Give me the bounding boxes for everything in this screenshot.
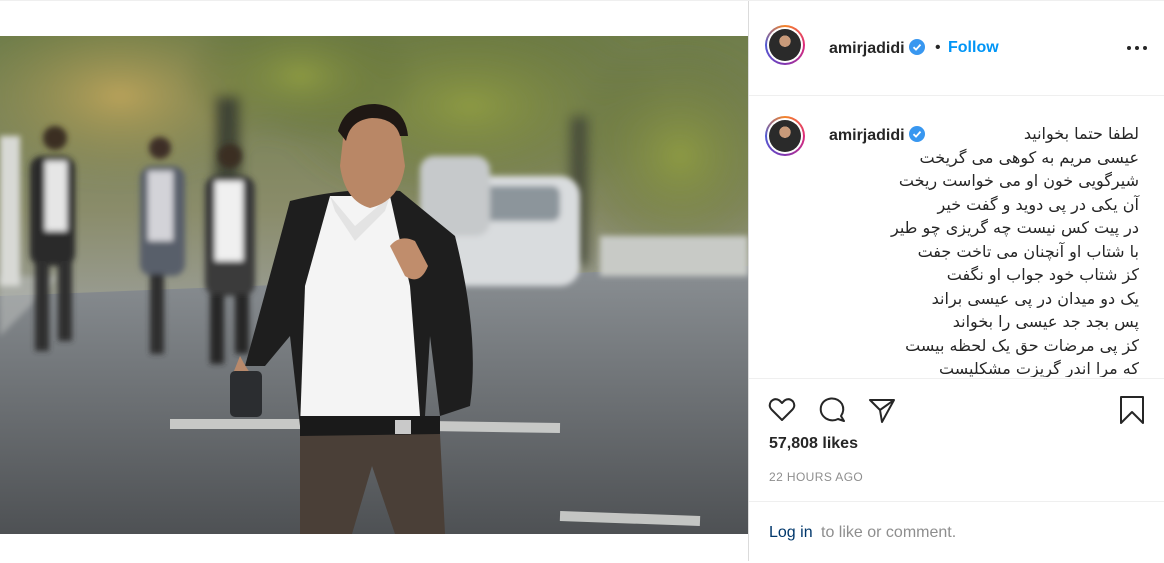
- login-prompt: Log in to like or comment.: [749, 501, 1164, 563]
- heart-icon[interactable]: [767, 395, 797, 425]
- avatar[interactable]: [765, 25, 805, 65]
- caption-area: لطفا حتما بخوانید عیسی مریم به کوهی می گ…: [749, 96, 1164, 377]
- post-timestamp[interactable]: 22 HOURS AGO: [769, 470, 863, 484]
- verified-badge-icon: [908, 39, 925, 55]
- verified-badge-icon: [908, 126, 925, 142]
- header-username-text[interactable]: amirjadidi: [829, 40, 905, 57]
- caption-username-text[interactable]: amirjadidi: [829, 127, 905, 144]
- login-prompt-text: to like or comment.: [821, 524, 957, 541]
- more-options-icon[interactable]: [1125, 38, 1149, 58]
- photo-pane: [0, 1, 748, 561]
- comment-icon[interactable]: [817, 395, 847, 425]
- caption-body: لطفا حتما بخوانید عیسی مریم به کوهی می گ…: [891, 124, 1139, 377]
- share-icon[interactable]: [867, 395, 897, 425]
- likes-count[interactable]: 57,808 likes: [769, 435, 858, 453]
- separator-dot: •: [935, 39, 941, 56]
- post-photo[interactable]: [0, 36, 748, 534]
- header-username[interactable]: amirjadidi: [829, 39, 925, 58]
- bookmark-icon[interactable]: [1117, 395, 1147, 425]
- post-sidebar: amirjadidi • Follow لطفا حتما بخوانید عی…: [749, 1, 1164, 561]
- caption-avatar[interactable]: [765, 116, 805, 156]
- post-actions: 57,808 likes 22 HOURS AGO Log in to like…: [749, 378, 1164, 562]
- caption-username[interactable]: amirjadidi: [829, 126, 925, 145]
- follow-button[interactable]: Follow: [948, 39, 999, 57]
- post-header: amirjadidi • Follow: [749, 1, 1164, 96]
- login-link[interactable]: Log in: [769, 524, 813, 542]
- caption-text: لطفا حتما بخوانید عیسی مریم به کوهی می گ…: [829, 122, 1139, 377]
